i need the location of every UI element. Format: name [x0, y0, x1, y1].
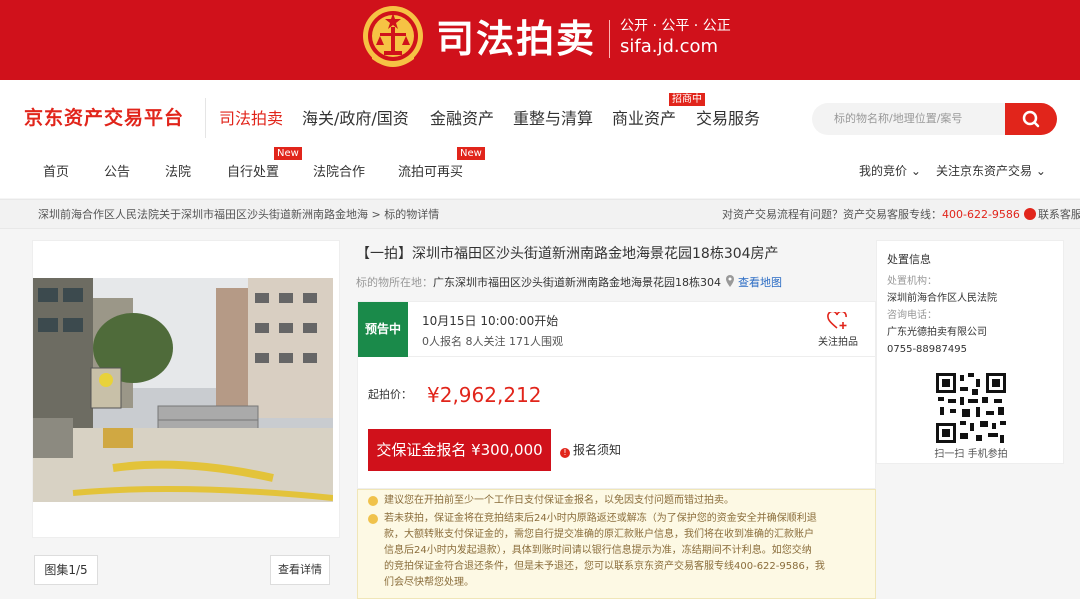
disposal-info-panel: 处置信息 处置机构： 深圳前海合作区人民法院 咨询电话： 广东光德拍卖有限公司 … — [876, 240, 1064, 464]
location-label: 标的物所在地： — [356, 276, 433, 289]
disposal-info-heading: 处置信息 — [887, 253, 931, 266]
start-time: 10月15日 10:00:00开始 — [422, 314, 559, 328]
qr-code — [936, 373, 1006, 443]
nav-restructuring[interactable]: 重整与清算 — [513, 108, 593, 130]
chevron-down-icon: ⌄ — [1035, 164, 1046, 178]
deposit-tips: 建议您在开拍前至少一个工作日支付保证金报名，以免因支付问题而错过拍卖。 若未获拍… — [357, 489, 876, 599]
photo-gallery — [32, 240, 340, 538]
status-badge: 预告中 — [358, 302, 408, 357]
gallery-counter: 图集1/5 — [34, 555, 98, 585]
nav-judicial-auction[interactable]: 司法拍卖 — [219, 108, 283, 130]
price-panel: 起拍价： ¥2,962,212 交保证金报名 ¥300,000 ! 报名须知 — [357, 357, 876, 489]
hotline-phone: 400-622-9586 — [942, 208, 1020, 221]
heart-plus-icon — [827, 310, 847, 329]
participation-counts: 0人报名 8人关注 171人围观 — [422, 335, 563, 348]
customer-service-icon — [1023, 208, 1036, 220]
map-pin-icon — [725, 275, 734, 287]
search-icon — [1022, 110, 1040, 128]
nav-divider — [205, 98, 206, 138]
new-badge: New — [274, 147, 302, 160]
banner-slogan: 公开 · 公平 · 公正 — [620, 18, 731, 34]
lot-location: 标的物所在地：广东深圳市福田区沙头街道新洲南路金地海景花园18栋304 查看地图 — [356, 275, 782, 291]
chevron-down-icon: ⌄ — [910, 164, 921, 178]
banner-divider — [609, 20, 610, 58]
top-banner: 司法拍卖 公开 · 公平 · 公正 sifa.jd.com — [0, 0, 1080, 80]
subnav-failed-auction-rebuy[interactable]: 流拍可再买 — [398, 164, 463, 182]
subnav-court-cooperation[interactable]: 法院合作 — [313, 164, 365, 182]
alert-icon: ! — [560, 448, 570, 458]
service-hotline: 对资产交易流程有问题？资产交易客服专线：400-622-9586 联系客服 — [722, 207, 1080, 222]
tip-refund-line: 们会尽快帮您处理。 — [384, 577, 474, 588]
nav-trade-services[interactable]: 交易服务 — [696, 108, 760, 130]
my-bids-menu[interactable]: 我的竞价 ⌄ — [859, 162, 921, 180]
recruit-badge: 招商中 — [669, 93, 705, 106]
tip-advance-payment: 建议您在开拍前至少一个工作日支付保证金报名，以免因支付问题而错过拍卖。 — [384, 495, 734, 506]
nav-commercial-assets[interactable]: 商业资产 — [612, 108, 676, 130]
court-emblem-icon — [363, 6, 423, 67]
pay-deposit-button[interactable]: 交保证金报名 ¥300,000 — [368, 429, 551, 471]
header: 京东资产交易平台 司法拍卖 海关/政府/国资 金融资产 重整与清算 商业资产 招… — [0, 80, 1080, 198]
auction-company: 广东光德拍卖有限公司 — [887, 327, 987, 338]
tip-refund-line: 信息后24小时内发起退款），具体到账时间请以银行信息提示为准，冻结期间不计利息。… — [384, 545, 812, 556]
follow-lot-button[interactable]: 关注拍品 — [816, 310, 860, 350]
breadcrumb-separator: > — [371, 208, 381, 221]
starting-price-label: 起拍价： — [368, 388, 412, 401]
consult-phone-label: 咨询电话： — [887, 310, 937, 321]
auction-status-panel: 预告中 10月15日 10:00:00开始 0人报名 8人关注 171人围观 关… — [357, 301, 876, 357]
platform-logo[interactable]: 京东资产交易平台 — [24, 106, 184, 130]
hotline-text: 对资产交易流程有问题？资产交易客服专线： — [722, 208, 942, 221]
subnav-announcements[interactable]: 公告 — [104, 164, 130, 182]
view-map-link[interactable]: 查看地图 — [738, 276, 782, 289]
breadcrumb-current: 标的物详情 — [384, 208, 440, 221]
tip-refund-line: 款，大额转账支付保证金的，需您自行提交准确的原汇款账户信息，我们将在收到准确的汇… — [384, 529, 814, 540]
registration-notice-label: 报名须知 — [573, 443, 622, 457]
nav-customs-government[interactable]: 海关/政府/国资 — [302, 108, 409, 130]
follow-platform-label: 关注京东资产交易 — [936, 164, 1033, 178]
consult-phone: 0755-88987495 — [887, 344, 967, 355]
my-bids-label: 我的竞价 — [859, 164, 908, 178]
subnav-courts[interactable]: 法院 — [165, 164, 191, 182]
banner-title: 司法拍卖 — [436, 17, 597, 61]
subnav-self-disposal[interactable]: 自行处置 — [227, 164, 279, 182]
breadcrumb: 深圳前海合作区人民法院关于深圳市福田区沙头街道新洲南路金地海 > 标的物详情 对… — [0, 199, 1080, 229]
lightbulb-icon — [368, 514, 378, 524]
registration-notice-link[interactable]: ! 报名须知 — [560, 442, 621, 458]
lightbulb-icon — [368, 496, 378, 506]
follow-lot-label: 关注拍品 — [818, 337, 858, 348]
disposal-org[interactable]: 深圳前海合作区人民法院 — [887, 292, 997, 306]
subnav-home[interactable]: 首页 — [43, 164, 69, 182]
breadcrumb-path: 深圳前海合作区人民法院关于深圳市福田区沙头街道新洲南路金地海 > 标的物详情 — [38, 207, 439, 222]
lot-title: 【一拍】深圳市福田区沙头街道新洲南路金地海景花园18栋304房产 — [356, 246, 779, 262]
tip-refund-line: 的竞拍保证金符合退还条件，但是未予退还，您可以联系京东资产交易客服专线400-6… — [384, 561, 825, 572]
qr-label: 扫一扫 手机参拍 — [934, 449, 1008, 460]
banner-url[interactable]: sifa.jd.com — [620, 36, 718, 58]
follow-platform-menu[interactable]: 关注京东资产交易 ⌄ — [936, 162, 1046, 180]
property-photo[interactable] — [33, 278, 333, 502]
disposal-org-label: 处置机构： — [887, 276, 937, 287]
contact-service-link[interactable]: 联系客服 — [1038, 208, 1080, 221]
tip-refund-line: 若未获拍，保证金将在竞拍结束后24小时内原路返还或解冻（为了保护您的资金安全并确… — [384, 513, 817, 524]
starting-price: ¥2,962,212 — [427, 383, 542, 407]
breadcrumb-court-link[interactable]: 深圳前海合作区人民法院关于深圳市福田区沙头街道新洲南路金地海 — [38, 208, 368, 221]
auction-info: 【一拍】深圳市福田区沙头街道新洲南路金地海景花园18栋304房产 标的物所在地：… — [356, 240, 876, 599]
search-button[interactable] — [1005, 103, 1057, 135]
nav-financial-assets[interactable]: 金融资产 — [430, 108, 494, 130]
new-badge: New — [457, 147, 485, 160]
search-input[interactable]: 标的物名称/地理位置/案号 — [812, 103, 1006, 135]
view-details-button[interactable]: 查看详情 — [270, 555, 330, 585]
location-value: 广东深圳市福田区沙头街道新洲南路金地海景花园18栋304 — [433, 276, 721, 289]
